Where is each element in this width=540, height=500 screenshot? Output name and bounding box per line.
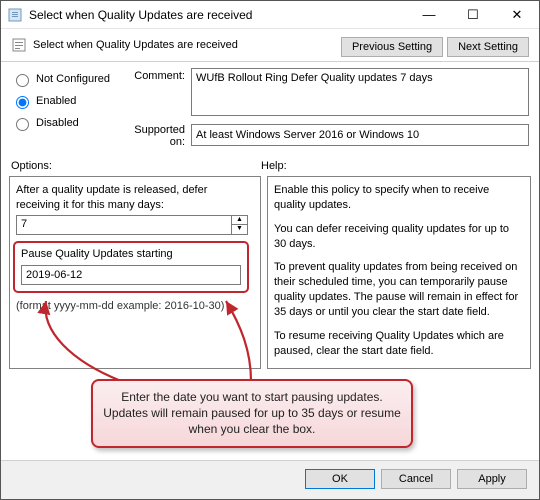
app-icon [7, 7, 23, 23]
previous-setting-button[interactable]: Previous Setting [341, 37, 443, 57]
radio-enabled[interactable]: Enabled [11, 90, 121, 112]
ok-button[interactable]: OK [305, 469, 375, 489]
maximize-button[interactable]: ☐ [451, 1, 495, 28]
help-text: You can defer receiving quality updates … [274, 222, 524, 252]
policy-state-group: Not Configured Enabled Disabled [11, 68, 121, 134]
split-header: Options: Help: [1, 156, 539, 174]
help-text: To prevent quality updates from being re… [274, 260, 524, 319]
defer-days-label: After a quality update is released, defe… [16, 183, 254, 213]
minimize-button[interactable]: — [407, 1, 451, 28]
spinner-up-icon[interactable]: ▲ [231, 216, 247, 225]
radio-disabled[interactable]: Disabled [11, 112, 121, 134]
close-button[interactable]: ✕ [495, 1, 539, 28]
pause-updates-highlight: Pause Quality Updates starting [13, 241, 249, 294]
help-text: To resume receiving Quality Updates whic… [274, 329, 524, 359]
pause-updates-label: Pause Quality Updates starting [21, 247, 241, 262]
pause-start-date-input[interactable] [21, 265, 241, 286]
help-heading: Help: [261, 160, 287, 172]
apply-button[interactable]: Apply [457, 469, 527, 489]
window-title: Select when Quality Updates are received [29, 8, 407, 22]
titlebar: Select when Quality Updates are received… [1, 1, 539, 29]
help-text: Enable this policy to specify when to re… [274, 183, 524, 213]
defer-days-input[interactable] [17, 216, 231, 234]
supported-label: Supported on: [121, 122, 191, 148]
supported-on-field[interactable] [191, 124, 529, 146]
dialog-footer: OK Cancel Apply [1, 460, 539, 499]
help-text: If you disable or do not configure this … [274, 367, 524, 369]
callout-text: Enter the date you want to start pausing… [103, 390, 401, 436]
comment-label: Comment: [121, 68, 191, 116]
help-panel: Enable this policy to specify when to re… [267, 176, 531, 369]
annotation-callout: Enter the date you want to start pausing… [91, 379, 413, 448]
spinner-down-icon[interactable]: ▼ [231, 224, 247, 234]
date-format-hint: (format yyyy-mm-dd example: 2016-10-30) [16, 299, 254, 314]
radio-not-configured[interactable]: Not Configured [11, 68, 121, 90]
comment-input[interactable] [191, 68, 529, 116]
options-panel: After a quality update is released, defe… [9, 176, 261, 369]
gpo-editor-window: Select when Quality Updates are received… [0, 0, 540, 500]
next-setting-button[interactable]: Next Setting [447, 37, 529, 57]
config-area: Not Configured Enabled Disabled Comment: [1, 62, 539, 156]
policy-icon [11, 37, 27, 53]
options-heading: Options: [11, 160, 261, 172]
cancel-button[interactable]: Cancel [381, 469, 451, 489]
defer-days-stepper[interactable]: ▲▼ [16, 215, 248, 235]
setting-header: Select when Quality Updates are received… [1, 29, 539, 62]
setting-subtitle: Select when Quality Updates are received [33, 39, 238, 51]
